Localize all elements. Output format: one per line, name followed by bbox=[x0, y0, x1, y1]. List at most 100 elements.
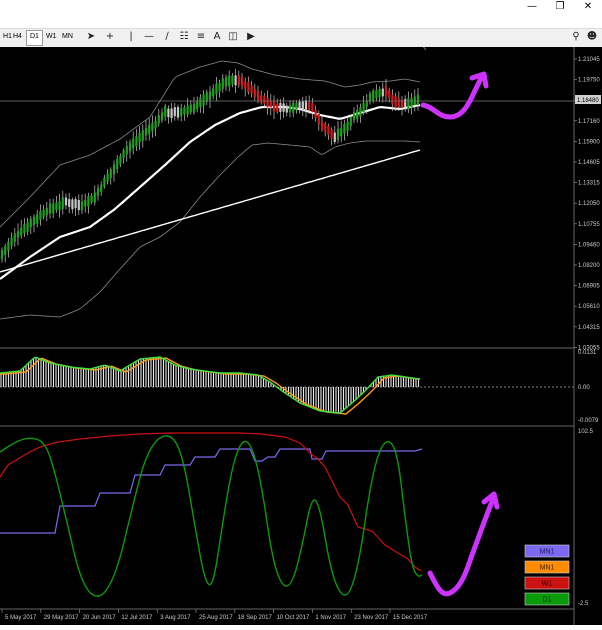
candle-body bbox=[212, 88, 215, 97]
candle-body bbox=[192, 104, 196, 113]
date-axis-label: 15 Dec 2017 bbox=[393, 615, 428, 621]
candle-body bbox=[173, 107, 176, 117]
legend-label: D1 bbox=[543, 597, 552, 604]
candle-body bbox=[135, 136, 138, 147]
date-axis-label: 10 Oct 2017 bbox=[277, 615, 310, 621]
candle-body bbox=[109, 169, 112, 179]
candle-body bbox=[157, 115, 160, 124]
candle-body bbox=[343, 123, 346, 134]
candle-body bbox=[170, 108, 173, 119]
cursor-icon[interactable]: ➤ bbox=[84, 30, 98, 44]
timeframe-mn-button[interactable]: MN bbox=[59, 30, 76, 44]
hand-drawn-trend-line bbox=[427, 496, 496, 597]
candle-body bbox=[247, 81, 250, 93]
vertical-line-icon[interactable]: | bbox=[124, 30, 138, 44]
shapes-dropdown-icon[interactable]: ▶ bbox=[244, 30, 258, 44]
label-icon[interactable]: ◫ bbox=[226, 30, 240, 44]
candle-body bbox=[154, 121, 157, 129]
candle-body bbox=[16, 230, 20, 238]
candle-body bbox=[375, 89, 378, 99]
candle-body bbox=[103, 177, 106, 187]
search-icon[interactable]: ⚲ bbox=[569, 30, 583, 44]
date-axis-label: 23 Nov 2017 bbox=[354, 615, 389, 621]
candle-body bbox=[4, 246, 7, 256]
candle-body bbox=[176, 107, 180, 118]
date-axis-label: 20 Jun 2017 bbox=[83, 615, 117, 621]
price-axis-label: 1.17160 bbox=[578, 119, 600, 125]
candle-body bbox=[384, 86, 388, 97]
candle-body bbox=[234, 75, 237, 86]
candle-body bbox=[346, 121, 349, 131]
candle-body bbox=[272, 100, 276, 112]
candle-body bbox=[93, 192, 96, 203]
minimize-icon[interactable]: — bbox=[518, 0, 546, 14]
candle-body bbox=[279, 102, 282, 112]
candle-body bbox=[64, 197, 68, 206]
candle-body bbox=[164, 106, 167, 117]
chart-toolbar: H1 H4 D1 W1 MN ➤ + | — ∕ ☷ ≡ A ◫ ▶ ⚲ ☻ bbox=[0, 28, 602, 48]
strength-panel bbox=[0, 432, 423, 597]
trendline-icon[interactable]: ∕ bbox=[160, 30, 174, 44]
restore-icon[interactable]: ❐ bbox=[546, 0, 574, 14]
candle-body bbox=[292, 102, 295, 114]
candle-body bbox=[356, 110, 359, 120]
candle-body bbox=[20, 227, 23, 236]
account-icon[interactable]: ☻ bbox=[585, 30, 599, 44]
candle-body bbox=[151, 122, 154, 132]
price-chart-svg[interactable]: 1.21045 1.19750 1.18480 1.17160 1.15900 1.146… bbox=[0, 44, 602, 625]
price-axis-label: 1.19750 bbox=[578, 78, 600, 84]
w1-strength-line bbox=[0, 432, 422, 572]
candle-body bbox=[167, 108, 170, 118]
close-icon[interactable]: ✕ bbox=[574, 0, 602, 14]
timeframe-h4-button[interactable]: H4 bbox=[10, 30, 25, 44]
candle-body bbox=[394, 96, 397, 108]
candle-body bbox=[106, 173, 109, 182]
candle-body bbox=[36, 214, 39, 224]
main-panel bbox=[0, 44, 574, 320]
candle-body bbox=[84, 199, 87, 207]
price-axis-label: 1.13315 bbox=[578, 181, 600, 187]
text-icon[interactable]: A bbox=[210, 30, 224, 44]
timeframe-d1-button[interactable]: D1 bbox=[26, 30, 43, 46]
candle-body bbox=[308, 102, 311, 111]
candle-body bbox=[10, 237, 13, 246]
candle-body bbox=[263, 95, 266, 104]
candle-body bbox=[29, 218, 32, 228]
candle-body bbox=[112, 164, 116, 175]
candle-body bbox=[71, 199, 74, 210]
candle-body bbox=[189, 104, 192, 113]
fibonacci-icon[interactable]: ≡ bbox=[194, 30, 208, 44]
candle-body bbox=[340, 128, 343, 137]
candle-body bbox=[324, 123, 327, 132]
candle-body bbox=[381, 88, 384, 97]
candle-body bbox=[320, 121, 324, 130]
candle-body bbox=[407, 98, 410, 110]
candle-body bbox=[77, 200, 80, 211]
candle-body bbox=[253, 89, 256, 98]
price-axis-label: 1.14605 bbox=[578, 160, 600, 166]
candle-body bbox=[224, 77, 228, 87]
price-axis-label: 1.12050 bbox=[578, 201, 600, 207]
candle-body bbox=[304, 100, 308, 112]
crosshair-icon[interactable]: + bbox=[103, 30, 117, 44]
candle-body bbox=[26, 222, 29, 232]
timeframe-w1-button[interactable]: W1 bbox=[43, 30, 60, 44]
hand-drawn-trend-line bbox=[420, 75, 484, 120]
channel-icon[interactable]: ☷ bbox=[177, 30, 191, 44]
candle-body bbox=[180, 108, 183, 117]
date-axis-label: 29 May 2017 bbox=[44, 615, 79, 621]
candle-body bbox=[397, 98, 400, 108]
chart-area[interactable]: 1.21045 1.19750 1.18480 1.17160 1.15900 1.146… bbox=[0, 44, 602, 625]
candle-body bbox=[240, 76, 244, 87]
candle-body bbox=[301, 101, 304, 111]
candle-body bbox=[282, 103, 285, 112]
price-axis-label: 1.10755 bbox=[578, 222, 600, 228]
candle-body bbox=[39, 210, 42, 220]
candle-body bbox=[74, 199, 77, 209]
candle-body bbox=[327, 125, 330, 135]
date-axis-label: 1 Nov 2017 bbox=[315, 615, 346, 621]
candle-body bbox=[365, 100, 368, 107]
legend: MN1 MN1 W1 D1 bbox=[524, 544, 570, 606]
horizontal-line-icon[interactable]: — bbox=[142, 30, 156, 44]
date-axis-label: 5 May 2017 bbox=[5, 615, 37, 621]
